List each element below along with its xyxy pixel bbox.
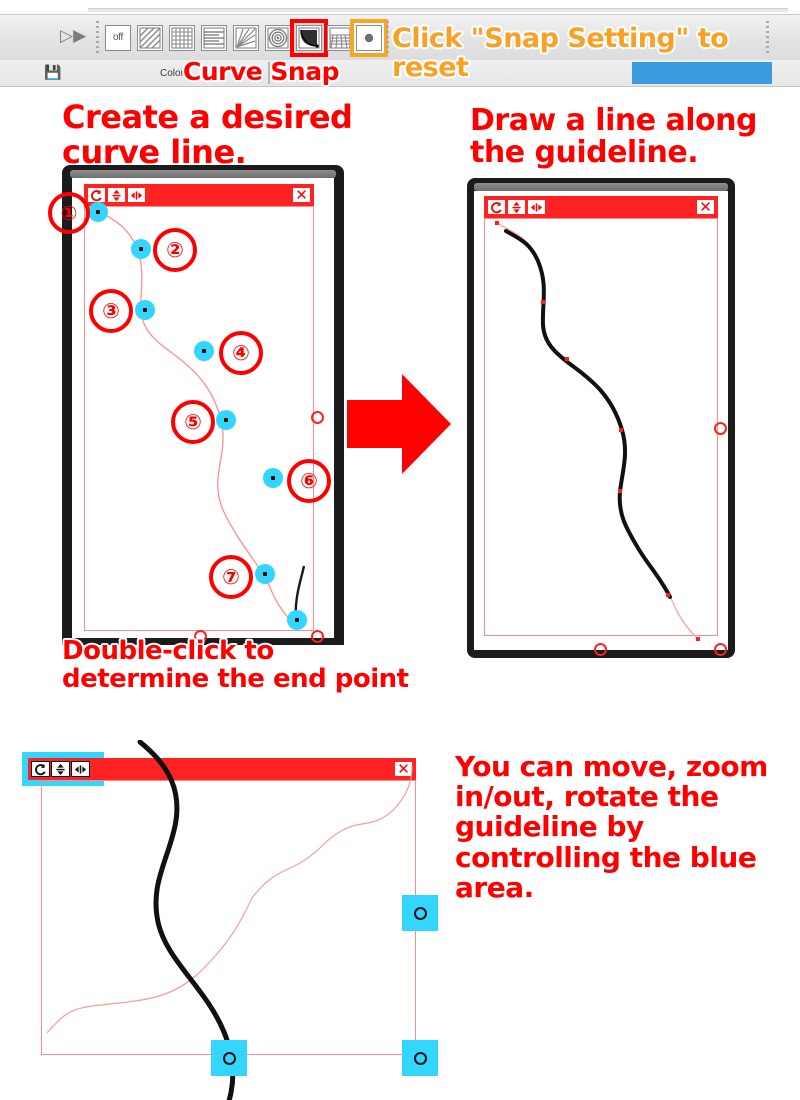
radial-lines-icon xyxy=(235,27,257,49)
step-number-1: ① xyxy=(48,192,90,234)
panel2-gray-titlebar xyxy=(474,183,728,191)
curve-node-5[interactable] xyxy=(216,410,236,430)
curve-node-7[interactable] xyxy=(255,564,275,584)
snap-horizontal-lines-button[interactable] xyxy=(201,25,227,51)
step-number-7: ⑦ xyxy=(209,555,253,599)
step-number-5: ⑤ xyxy=(171,400,215,444)
panel1-handle-right[interactable] xyxy=(311,411,324,424)
draw-line-callout: Draw a line along the guideline. xyxy=(470,103,758,171)
snap-curve-highlight xyxy=(290,19,328,57)
step-number-6: ⑥ xyxy=(287,459,331,503)
flow-arrow-right-icon xyxy=(347,374,451,474)
toolbar-top-edge xyxy=(88,8,788,12)
color-label: Color xyxy=(160,68,184,79)
snap-point-button[interactable] xyxy=(356,25,382,51)
point-snap-icon xyxy=(359,28,379,48)
panel2-handle-bottom[interactable] xyxy=(594,643,607,656)
save-icon[interactable]: 💾 xyxy=(44,64,61,81)
play-expand-icon[interactable]: ▷▶ xyxy=(60,27,86,44)
panel3-handle-bottom-right[interactable] xyxy=(402,1040,438,1076)
handle-ring-icon xyxy=(413,906,427,920)
step-number-2: ② xyxy=(153,228,197,272)
curve-snap-icon xyxy=(298,27,320,49)
toolbar-grip-1[interactable] xyxy=(96,21,99,55)
snap-point-highlight xyxy=(350,19,388,57)
grid-icon xyxy=(171,27,193,49)
panel3-handle-right[interactable] xyxy=(402,895,438,931)
curve-node-3[interactable] xyxy=(135,300,155,320)
step-number-4: ④ xyxy=(219,331,263,375)
curve-node-4[interactable] xyxy=(194,341,214,361)
horizontal-lines-icon xyxy=(203,27,225,49)
snap-concentric-button[interactable] xyxy=(265,25,291,51)
snap-setting-callout: Click "Snap Setting" to reset xyxy=(392,23,730,84)
snap-diagonal-hatch-button[interactable] xyxy=(137,25,163,51)
panel3-handle-bottom[interactable] xyxy=(211,1040,247,1076)
curve-node-1[interactable] xyxy=(88,202,108,222)
panel2-handle-bottom-right[interactable] xyxy=(714,643,727,656)
step-number-3: ③ xyxy=(89,289,133,333)
curve-node-6[interactable] xyxy=(263,468,283,488)
panel2-curve-group xyxy=(495,221,700,641)
toolbar-grip-2[interactable] xyxy=(386,21,389,55)
handle-ring-icon xyxy=(222,1051,236,1065)
double-click-callout: Double-click to determine the end point xyxy=(62,636,410,695)
move-zoom-callout: You can move, zoom in/out, rotate the gu… xyxy=(455,750,769,904)
snap-off-button[interactable]: off xyxy=(105,25,131,51)
create-curve-callout: Create a desired curve line. xyxy=(62,98,354,171)
perspective-grid-icon xyxy=(329,27,351,49)
curve-snap-callout: Curve Snap xyxy=(183,57,341,86)
snap-grid-button[interactable] xyxy=(169,25,195,51)
curve-node-end[interactable] xyxy=(287,610,307,630)
concentric-circles-icon xyxy=(267,27,289,49)
diagonal-hatch-icon xyxy=(139,27,161,49)
snap-curve-button[interactable] xyxy=(296,25,322,51)
panel1-gray-titlebar xyxy=(70,170,336,178)
panel2-handle-right[interactable] xyxy=(714,422,727,435)
handle-ring-icon xyxy=(413,1051,427,1065)
snap-off-label: off xyxy=(112,32,124,43)
snap-radial-lines-button[interactable] xyxy=(233,25,259,51)
curve-node-2[interactable] xyxy=(131,239,151,259)
